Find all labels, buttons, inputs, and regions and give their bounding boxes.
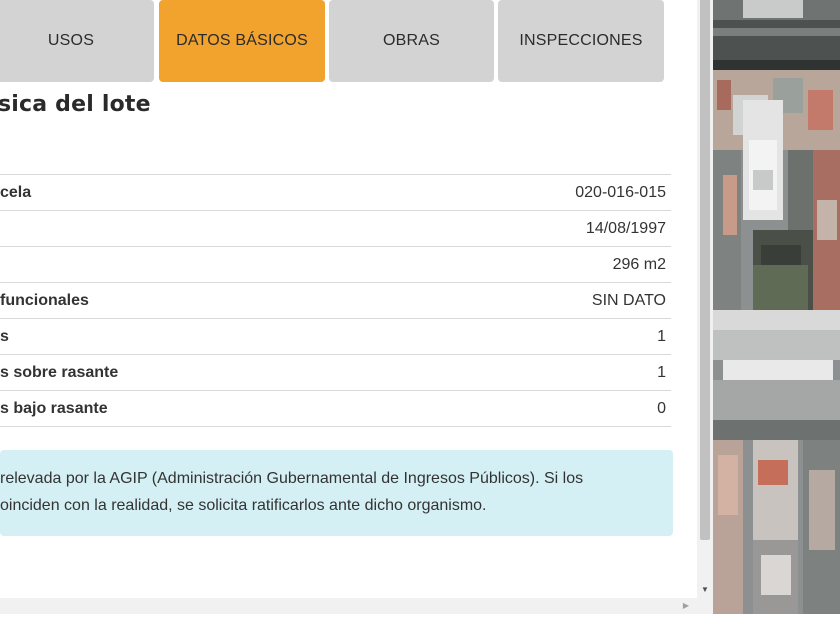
row-value: SIN DATO: [591, 291, 666, 309]
table-row: 296 m2: [0, 247, 671, 283]
table-row: funcionales SIN DATO: [0, 283, 671, 319]
row-value: 14/08/1997: [585, 219, 666, 237]
tab-datos-basicos[interactable]: DATOS BÁSICOS: [159, 0, 325, 82]
satellite-map[interactable]: [713, 0, 840, 614]
row-value: 1: [657, 363, 666, 381]
table-row: 14/08/1997: [0, 211, 671, 247]
info-panel: USOS DATOS BÁSICOS OBRAS INSPECCIONES si…: [0, 0, 697, 598]
table-row: s sobre rasante 1: [0, 355, 671, 391]
note-line-1: relevada por la AGIP (Administración Gub…: [0, 470, 584, 487]
row-label: s: [0, 327, 9, 345]
tab-obras-label: OBRAS: [382, 32, 440, 49]
row-value: 0: [657, 399, 666, 417]
row-label: funcionales: [0, 291, 89, 309]
tab-usos[interactable]: USOS: [0, 0, 154, 82]
tab-usos-label: USOS: [47, 32, 95, 49]
scrollbar-thumb[interactable]: [700, 0, 710, 540]
row-value: 296 m2: [612, 255, 666, 273]
horizontal-scrollbar[interactable]: ▶: [0, 598, 713, 614]
row-value: 020-016-015: [575, 183, 666, 201]
table-row: s 1: [0, 319, 671, 355]
tab-datos-basicos-label: DATOS BÁSICOS: [176, 32, 308, 49]
row-label: s bajo rasante: [0, 399, 108, 417]
table-row: s bajo rasante 0: [0, 391, 671, 427]
tab-bar: USOS DATOS BÁSICOS OBRAS INSPECCIONES: [0, 0, 697, 82]
scroll-down-icon[interactable]: ▼: [697, 585, 713, 594]
tab-inspecciones[interactable]: INSPECCIONES: [498, 0, 664, 82]
bottom-strip: [0, 614, 840, 630]
row-value: 1: [657, 327, 666, 345]
tab-obras[interactable]: OBRAS: [329, 0, 494, 82]
row-label: s sobre rasante: [0, 363, 119, 381]
lot-data-table: cela 020-016-015 14/08/1997 296 m2 funci…: [0, 174, 671, 427]
info-note: relevada por la AGIP (Administración Gub…: [0, 450, 673, 536]
section-title: sica del lote: [0, 92, 151, 117]
scroll-right-icon[interactable]: ▶: [683, 601, 689, 610]
note-line-2: oinciden con la realidad, se solicita ra…: [0, 497, 487, 514]
table-row: cela 020-016-015: [0, 175, 671, 211]
row-label: cela: [0, 183, 32, 201]
tab-inspecciones-label: INSPECCIONES: [519, 32, 643, 49]
satellite-imagery: [713, 0, 840, 614]
vertical-scrollbar[interactable]: ▼: [697, 0, 713, 598]
